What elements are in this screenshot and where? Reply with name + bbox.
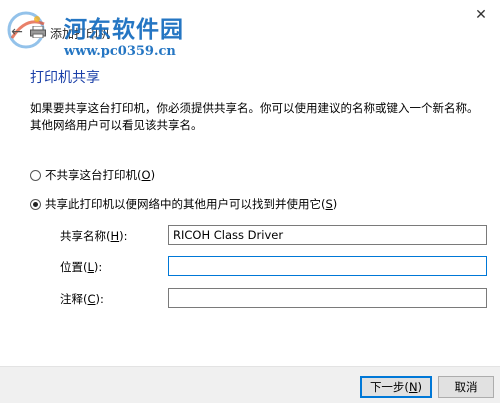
printer-icon <box>30 26 46 38</box>
close-icon: ✕ <box>475 7 487 23</box>
radio-share[interactable]: 共享此打印机以便网络中的其他用户可以找到并使用它(S) <box>30 196 337 212</box>
radio-share-label: 共享此打印机以便网络中的其他用户可以找到并使用它(S) <box>45 197 338 211</box>
add-printer-dialog: ← 添加打印机 河东软件园 www.pc0359.cn ✕ 打印机共享 如果要共… <box>0 0 500 403</box>
comment-label: 注释(C): <box>60 292 104 306</box>
dialog-footer: 下一步(N) 取消 <box>0 366 500 403</box>
location-label: 位置(L): <box>60 260 103 274</box>
close-button[interactable]: ✕ <box>470 6 492 24</box>
next-button[interactable]: 下一步(N) <box>360 376 432 398</box>
watermark-name: 河东软件园 <box>64 16 184 43</box>
cancel-button[interactable]: 取消 <box>438 376 494 398</box>
share-name-label: 共享名称(H): <box>60 229 128 243</box>
location-input[interactable] <box>168 256 487 276</box>
radio-no-share-label: 不共享这台打印机(O) <box>45 168 156 182</box>
radio-no-share-indicator[interactable] <box>30 169 41 181</box>
back-arrow-icon[interactable]: ← <box>9 24 25 40</box>
watermark-url: www.pc0359.cn <box>64 44 176 59</box>
description-text: 如果要共享这台打印机，你必须提供共享名。你可以使用建议的名称或键入一个新名称。其… <box>30 101 479 132</box>
comment-input[interactable] <box>168 288 487 308</box>
share-name-input[interactable] <box>168 225 487 245</box>
page-heading: 打印机共享 <box>30 70 100 86</box>
dialog-header: ← 添加打印机 河东软件园 www.pc0359.cn <box>0 0 500 62</box>
radio-share-indicator[interactable] <box>30 198 41 210</box>
radio-no-share[interactable]: 不共享这台打印机(O) <box>30 167 155 183</box>
